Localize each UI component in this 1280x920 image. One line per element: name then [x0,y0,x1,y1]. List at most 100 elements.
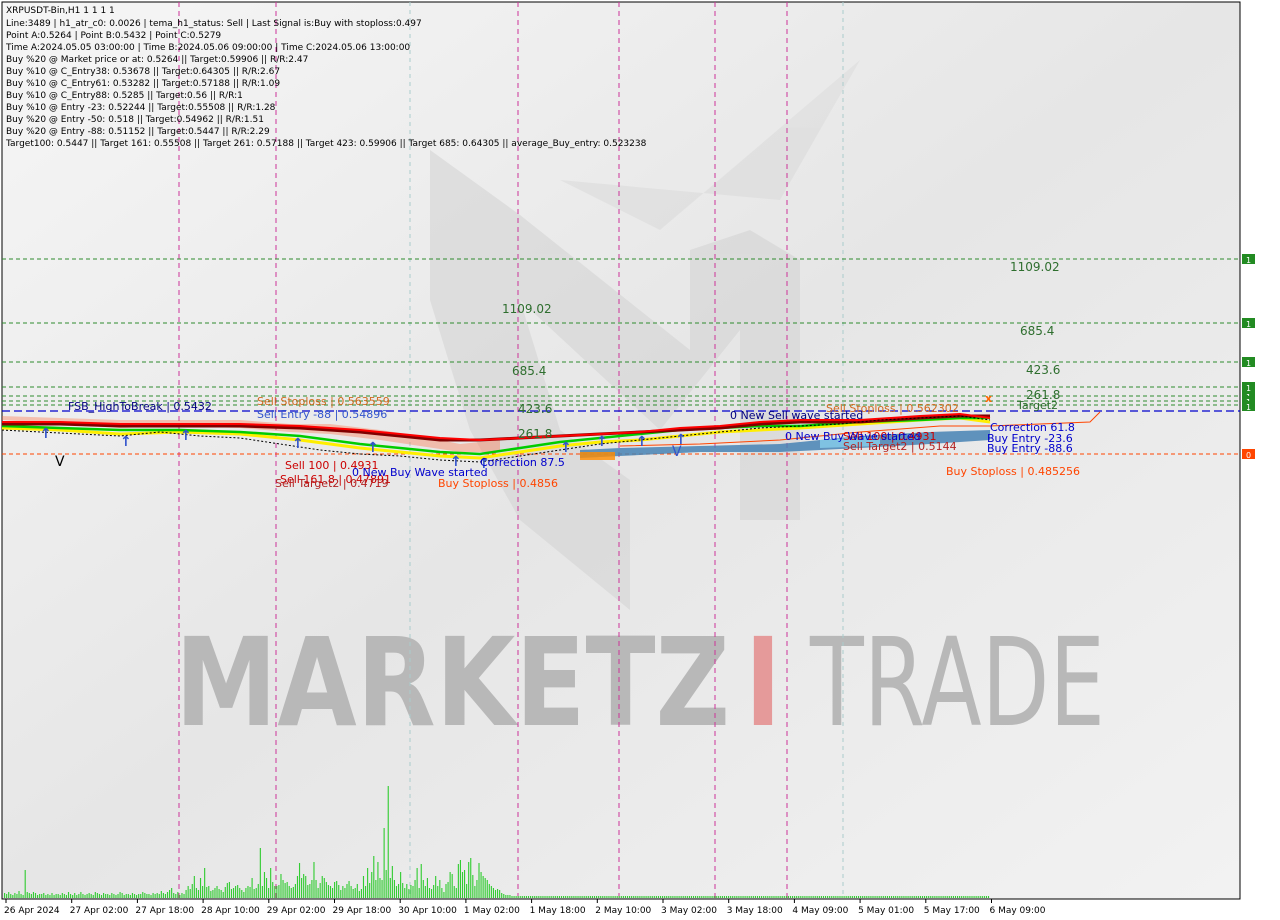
volume-bar [453,886,455,898]
volume-bar [653,896,655,898]
volume-bar [554,896,556,898]
volume-bar [319,883,321,898]
volume-bar [868,896,870,898]
volume-bar [47,894,49,898]
volume-bar [237,885,239,898]
volume-bar [373,856,375,898]
volume-bar [484,878,486,898]
volume-bar [356,884,358,898]
volume-bar [286,882,288,898]
volume-bar [74,893,76,898]
volume-bar [979,896,981,898]
volume-bar [265,878,268,898]
volume-bar [756,896,759,898]
volume-bar [400,872,402,898]
volume-bar [340,890,342,898]
volume-bar [146,894,148,898]
volume-bar [115,895,117,898]
volume-bar [827,896,829,898]
volume-bar [185,890,187,898]
correction-87-left: Correction 87.5 [480,456,565,469]
volume-bar [191,884,193,898]
info-line: Time A:2024.05.05 03:00:00 | Time B:2024… [5,43,410,53]
volume-bar [583,896,585,898]
x-tick-label: 1 May 18:00 [530,906,586,916]
volume-bar [773,896,775,898]
volume-bar [596,896,598,898]
correction-61-right: Correction 61.8 [990,421,1075,434]
volume-bar [375,880,377,898]
volume-bar [532,896,534,898]
volume-bar [352,889,354,898]
x-tick-label: 1 May 02:00 [464,906,520,916]
volume-bar [787,896,789,898]
volume-bar [798,896,800,898]
volume-bar [835,896,837,898]
volume-bar [430,889,433,898]
volume-bar [173,893,175,898]
volume-bar [678,896,680,898]
volume-bar [305,876,307,898]
volume-bar [433,885,435,898]
volume-bar [344,888,346,898]
volume-bar [428,888,431,898]
volume-bar [746,896,748,898]
volume-bar [959,896,961,898]
volume-bar [666,896,668,898]
volume-bar [622,896,624,898]
volume-bar [633,896,635,898]
volume-bar [841,896,843,898]
volume-bar [34,893,37,898]
volume-bar [930,896,932,898]
volume-bar [94,892,96,898]
volume-bar [952,896,954,898]
volume-bar [455,888,457,898]
volume-bar [486,880,488,898]
volume-bar [385,870,387,898]
volume-bar [152,893,154,898]
watermark-divider: I [745,612,781,754]
volume-bar [226,883,228,898]
volume-bar [550,896,552,898]
volume-bar [272,882,274,898]
volume-bar [800,896,802,898]
volume-bar [903,896,905,898]
volume-bar [408,889,410,898]
volume-bar [738,896,740,898]
volume-bar [503,894,505,898]
volume-bar [552,896,554,898]
volume-bar [426,878,428,898]
volume-bar [494,890,497,898]
volume-bar [395,886,398,898]
volume-bar [65,895,68,898]
volume-bar [713,896,715,898]
volume-bar [876,896,878,898]
volume-bar [162,893,164,898]
volume-bar [216,886,218,898]
volume-bar [688,896,690,898]
volume-bar [556,896,558,898]
volume-bar [614,896,616,898]
volume-bar [662,896,664,898]
volume-bar [932,896,934,898]
volume-bar [369,883,371,898]
volume-bar [763,896,765,898]
volume-bar [301,878,303,898]
volume-bar [303,874,305,898]
volume-bar [22,895,24,898]
volume-bar [98,894,101,898]
volume-bar [121,893,123,898]
volume-bar [750,896,752,898]
volume-bar [723,896,726,898]
volume-bar [296,876,299,898]
info-line: Buy %10 @ C_Entry88: 0.5285 || Target:0.… [6,91,243,101]
volume-bar [928,896,930,898]
forex-chart: MARKETZ I TRADE ↑ ↑ ↑ ↑ ↑↑ ↑↑ ↑ ↑ ↑ V V … [1,1,1255,916]
volume-bar [138,894,140,898]
volume-bar [239,888,241,898]
volume-bar [276,886,278,898]
volume-bar [893,896,895,898]
volume-bar [971,896,973,898]
volume-bar [692,896,695,898]
volume-bar [643,896,645,898]
